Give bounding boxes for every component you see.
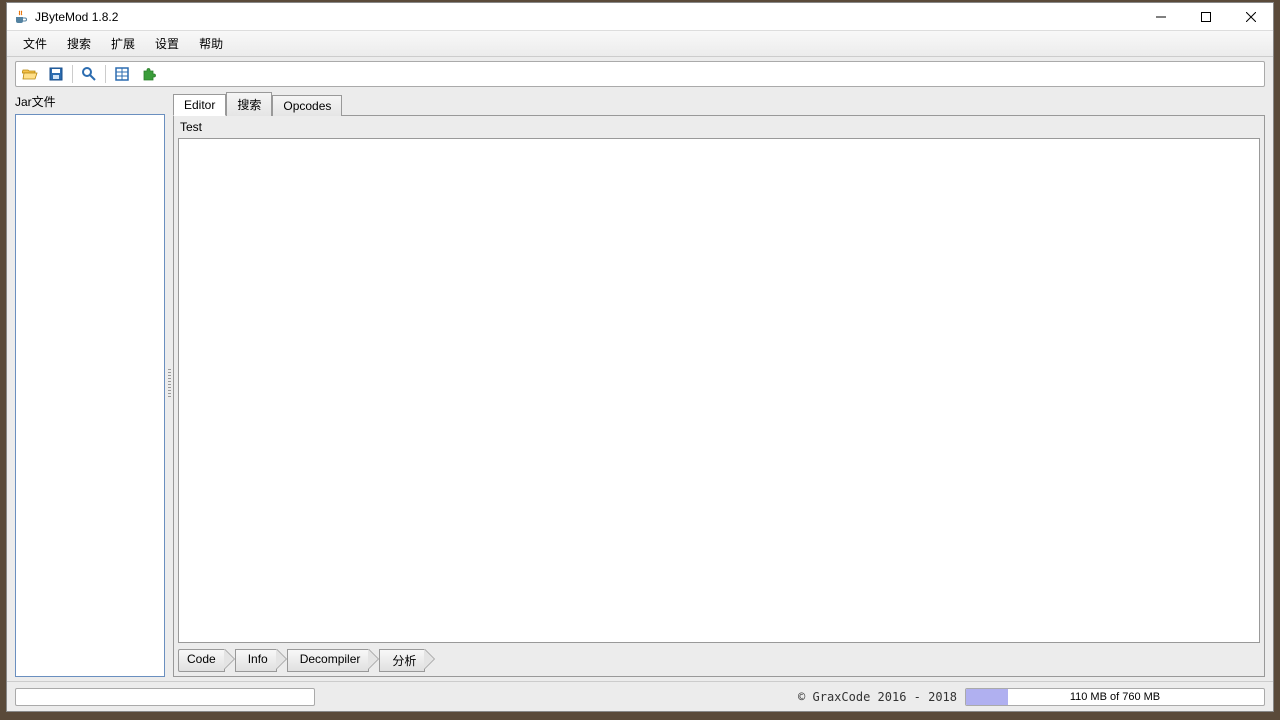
sidebar-label: Jar文件 — [15, 91, 165, 114]
editor-area[interactable] — [178, 138, 1260, 643]
menu-extensions[interactable]: 扩展 — [101, 32, 145, 55]
java-icon — [13, 9, 29, 25]
table-button[interactable] — [112, 64, 132, 84]
statusbar: © GraxCode 2016 - 2018 110 MB of 760 MB — [7, 681, 1273, 711]
puzzle-icon — [140, 66, 156, 82]
save-button[interactable] — [46, 64, 66, 84]
tab-editor[interactable]: Editor — [173, 94, 226, 116]
toolbar — [15, 61, 1265, 87]
crumb-decompiler[interactable]: Decompiler — [287, 649, 370, 672]
menu-help[interactable]: 帮助 — [189, 32, 233, 55]
close-button[interactable] — [1228, 3, 1273, 31]
progress-bar — [15, 688, 315, 706]
menu-settings[interactable]: 设置 — [145, 32, 189, 55]
titlebar[interactable]: JByteMod 1.8.2 — [7, 3, 1273, 31]
main-body: Jar文件 Editor 搜索 Opcodes Test Code Info D… — [7, 91, 1273, 681]
tab-search[interactable]: 搜索 — [226, 92, 272, 116]
toolbar-separator — [72, 65, 73, 83]
crumb-info[interactable]: Info — [235, 649, 277, 672]
window-title: JByteMod 1.8.2 — [35, 10, 118, 24]
jar-tree[interactable] — [15, 114, 165, 677]
splitter[interactable] — [165, 91, 173, 677]
content-box: Test Code Info Decompiler 分析 — [173, 115, 1265, 677]
breadcrumb: Code Info Decompiler 分析 — [176, 645, 1262, 674]
menubar: 文件 搜索 扩展 设置 帮助 — [7, 31, 1273, 57]
crumb-analysis[interactable]: 分析 — [379, 649, 425, 672]
editor-panel: Editor 搜索 Opcodes Test Code Info Decompi… — [173, 91, 1265, 677]
toolbar-separator — [105, 65, 106, 83]
save-icon — [48, 66, 64, 82]
toolbar-container — [7, 57, 1273, 91]
menu-file[interactable]: 文件 — [13, 32, 57, 55]
sidebar: Jar文件 — [15, 91, 165, 677]
plugin-button[interactable] — [138, 64, 158, 84]
copyright-label: © GraxCode 2016 - 2018 — [798, 690, 957, 704]
search-icon — [81, 66, 97, 82]
memory-text: 110 MB of 760 MB — [966, 689, 1264, 705]
maximize-button[interactable] — [1183, 3, 1228, 31]
tab-opcodes[interactable]: Opcodes — [272, 95, 342, 116]
table-icon — [114, 66, 130, 82]
menu-search[interactable]: 搜索 — [57, 32, 101, 55]
tab-bar: Editor 搜索 Opcodes — [173, 91, 1265, 115]
search-button[interactable] — [79, 64, 99, 84]
memory-bar: 110 MB of 760 MB — [965, 688, 1265, 706]
open-button[interactable] — [20, 64, 40, 84]
folder-open-icon — [22, 66, 38, 82]
minimize-button[interactable] — [1138, 3, 1183, 31]
crumb-code[interactable]: Code — [178, 649, 225, 672]
app-window: JByteMod 1.8.2 文件 搜索 扩展 设置 帮助 — [6, 2, 1274, 712]
content-label: Test — [176, 118, 1262, 136]
